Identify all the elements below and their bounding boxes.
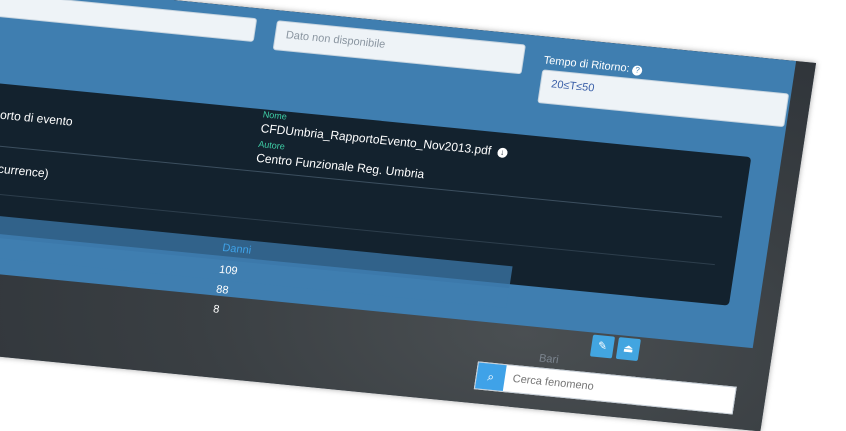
unavailable-field[interactable]: Dato non disponibile xyxy=(272,20,526,75)
export-button[interactable]: ⏏ xyxy=(615,337,641,362)
divider xyxy=(0,142,723,218)
author-name: Centro Funzionale Reg. Umbria xyxy=(255,150,426,182)
frequency-text: cy/recurrence) xyxy=(0,159,50,181)
left-field[interactable] xyxy=(0,0,258,43)
name-caption: Nome xyxy=(262,109,288,122)
table-cell: 8 xyxy=(212,303,221,316)
search-icon: ⌕ xyxy=(486,369,496,385)
document-type-label: apporto di evento xyxy=(0,105,74,129)
table-cell: 109 xyxy=(218,263,239,278)
file-name-row[interactable]: CFDUmbria_RapportoEvento_Nov2013.pdf ↓ xyxy=(260,121,509,159)
search-button[interactable]: ⌕ xyxy=(474,362,507,391)
screen-plane: letta Bari Dato non disponibile Tempo di… xyxy=(0,0,817,431)
file-name[interactable]: CFDUmbria_RapportoEvento_Nov2013.pdf xyxy=(260,121,492,157)
column-header-danni: Danni xyxy=(221,242,252,257)
pencil-icon: ✎ xyxy=(596,340,608,353)
download-icon[interactable]: ↓ xyxy=(496,147,509,159)
author-caption: Autore xyxy=(257,139,286,152)
edit-button[interactable]: ✎ xyxy=(589,334,616,359)
table-cell: 88 xyxy=(215,283,230,297)
upload-icon: ⏏ xyxy=(622,342,635,356)
help-icon[interactable]: ? xyxy=(631,65,644,77)
map-label: Bari xyxy=(538,352,560,367)
return-time-field[interactable]: 20≤T≤50 xyxy=(537,69,790,128)
